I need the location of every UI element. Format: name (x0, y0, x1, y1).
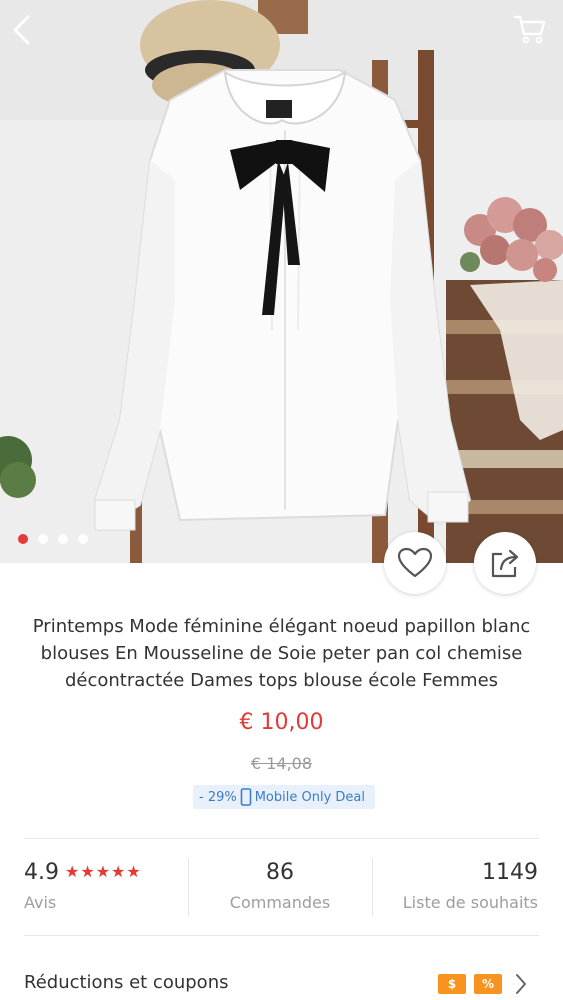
coupons-label: Réductions et coupons (24, 972, 229, 993)
orders-label: Commandes (229, 893, 331, 912)
wishlist-stat[interactable]: 1149 Liste de souhaits (372, 860, 538, 920)
product-original-price: € 14,08 (250, 754, 313, 773)
gallery-dot-4[interactable] (78, 534, 88, 544)
rating-label: Avis (24, 893, 57, 912)
divider (24, 838, 539, 839)
cart-button[interactable] (513, 14, 553, 54)
coupons-row[interactable]: Réductions et coupons $ % (24, 972, 539, 1000)
orders-value: 86 (266, 860, 294, 885)
chevron-right-icon (516, 974, 526, 994)
product-image-gallery[interactable] (0, 0, 563, 563)
heart-icon (397, 547, 433, 578)
gallery-dot-1[interactable] (18, 534, 28, 544)
rating-stat[interactable]: 4.9 ★★★★★ Avis (24, 860, 194, 920)
share-icon (491, 549, 519, 578)
share-button[interactable] (474, 532, 536, 594)
divider (188, 858, 189, 916)
rating-stars: ★★★★★ (65, 862, 142, 881)
cart-icon (513, 15, 546, 44)
back-button[interactable] (10, 14, 50, 54)
product-price: € 10,00 (239, 710, 324, 735)
product-title: Printemps Mode féminine élégant noeud pa… (32, 616, 531, 691)
rating-value: 4.9 (24, 860, 59, 885)
wishlist-label: Liste de souhaits (402, 893, 538, 912)
product-photo (0, 0, 563, 563)
gallery-pagination (18, 534, 88, 544)
wishlist-button[interactable] (384, 532, 446, 594)
wishlist-value: 1149 (482, 860, 538, 885)
mobile-phone-icon (240, 788, 252, 806)
back-arrow-icon (13, 15, 30, 45)
deal-discount: - 29% (199, 789, 237, 805)
gallery-dot-3[interactable] (58, 534, 68, 544)
percent-coupon-badge: % (474, 974, 502, 994)
mobile-deal-badge: - 29% Mobile Only Deal (193, 785, 375, 809)
gallery-dot-2[interactable] (38, 534, 48, 544)
divider (24, 935, 539, 936)
deal-label: Mobile Only Deal (254, 789, 365, 805)
dollar-coupon-badge: $ (438, 974, 466, 994)
orders-stat[interactable]: 86 Commandes (190, 860, 370, 920)
